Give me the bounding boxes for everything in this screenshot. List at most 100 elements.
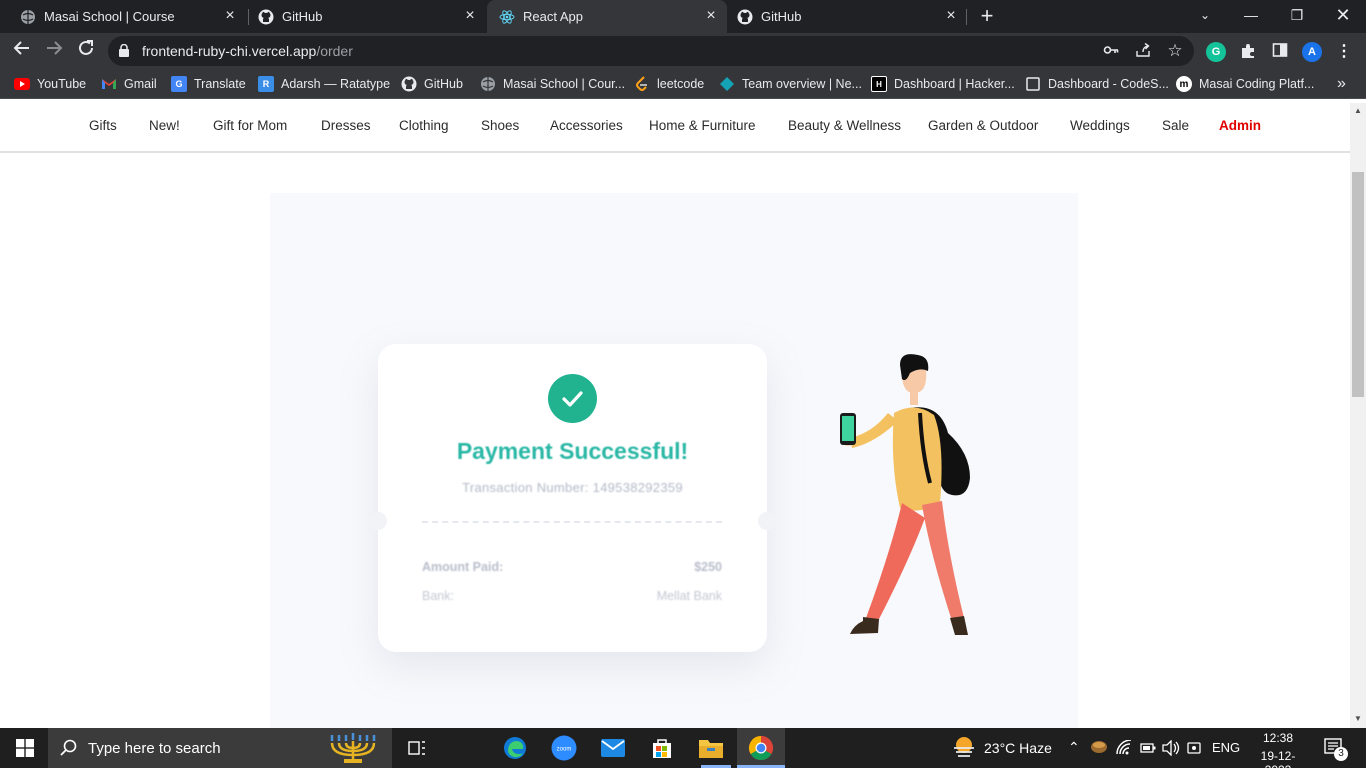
bookmark-team-overview[interactable]: Team overview | Ne... (719, 76, 862, 92)
nav-dresses[interactable]: Dresses (321, 118, 371, 133)
battery-icon[interactable] (1140, 741, 1156, 757)
close-tab-icon[interactable]: × (703, 8, 719, 24)
bookmark-github[interactable]: GitHub (401, 76, 463, 92)
amount-value: $250 (694, 560, 722, 574)
tab-search-button[interactable]: ⌄ (1182, 0, 1228, 33)
github-icon (401, 76, 417, 92)
payment-status-title: Payment Successful! (456, 438, 689, 464)
reload-button[interactable] (74, 39, 98, 63)
bookmarks-overflow-button[interactable]: » (1337, 75, 1346, 92)
walking-person-illustration (840, 354, 970, 635)
bookmark-gmail[interactable]: Gmail (101, 76, 157, 92)
task-view-icon[interactable] (404, 735, 430, 761)
nav-new[interactable]: New! (149, 118, 180, 133)
transaction-number: Transaction Number: 149538292359 (462, 480, 683, 495)
share-icon[interactable] (1134, 42, 1152, 60)
bookmark-youtube[interactable]: YouTube (14, 76, 86, 92)
close-tab-icon[interactable]: × (943, 8, 959, 24)
bookmark-label: leetcode (657, 77, 705, 91)
nav-accessories[interactable]: Accessories (550, 118, 623, 133)
tab-title: React App (523, 9, 583, 24)
edge-icon[interactable] (502, 735, 528, 761)
profile-avatar[interactable]: A (1302, 42, 1322, 62)
youtube-icon (14, 76, 30, 92)
taskbar-search-box[interactable]: Type here to search (48, 728, 392, 768)
bookmark-label: Dashboard | Hacker... (894, 77, 1015, 91)
tab-github-1[interactable]: GitHub × (238, 0, 486, 33)
nav-sale[interactable]: Sale (1162, 118, 1189, 133)
restore-button[interactable]: ❐ (1274, 0, 1320, 33)
close-tab-icon[interactable]: × (462, 8, 478, 24)
microsoft-store-icon[interactable] (649, 735, 675, 761)
notifications-icon[interactable]: 3 (1324, 738, 1348, 761)
chrome-icon[interactable] (748, 735, 774, 761)
bookmark-label: Translate (194, 77, 246, 91)
nav-clothing[interactable]: Clothing (399, 118, 449, 133)
volume-icon[interactable] (1162, 739, 1180, 757)
bookmark-leetcode[interactable]: leetcode (634, 76, 704, 92)
back-button[interactable] (10, 39, 34, 63)
bookmark-codesignal[interactable]: Dashboard - CodeS... (1025, 76, 1169, 92)
show-hidden-icons-chevron-up-icon[interactable]: ⌃ (1068, 739, 1080, 757)
masai-icon: m (1176, 76, 1192, 92)
hackerrank-icon: H (871, 76, 887, 92)
new-tab-button[interactable]: + (977, 5, 997, 27)
gmail-icon (101, 76, 117, 92)
address-bar[interactable]: frontend-ruby-chi.vercel.app/order ☆ (108, 36, 1194, 66)
nav-weddings[interactable]: Weddings (1070, 118, 1130, 133)
nav-gift-for-mom[interactable]: Gift for Mom (213, 118, 287, 133)
tray-app-icon[interactable] (1090, 739, 1108, 757)
nav-beauty-wellness[interactable]: Beauty & Wellness (788, 118, 901, 133)
language-indicator[interactable]: ENG (1212, 740, 1240, 780)
mail-icon[interactable] (600, 735, 626, 761)
clock[interactable]: 12:38 19-12-2022 (1248, 728, 1308, 777)
minimize-button[interactable]: — (1228, 0, 1274, 33)
reload-icon (79, 40, 93, 55)
windows-start-icon[interactable] (12, 735, 38, 761)
close-tab-icon[interactable]: × (222, 8, 238, 24)
bookmark-translate[interactable]: G Translate (171, 76, 246, 92)
zoom-icon[interactable]: zoom (551, 735, 577, 761)
side-panel-icon[interactable] (1270, 42, 1290, 62)
nav-garden-outdoor[interactable]: Garden & Outdoor (928, 118, 1038, 133)
payment-card: Payment Successful! Transaction Number: … (369, 344, 776, 652)
globe-icon (480, 76, 496, 92)
bookmark-star-icon[interactable]: ☆ (1166, 42, 1184, 60)
bookmark-hackerrank[interactable]: H Dashboard | Hacker... (871, 76, 1015, 92)
scroll-up-arrow-icon[interactable]: ▲ (1354, 106, 1362, 115)
wifi-icon[interactable] (1116, 739, 1134, 758)
tab-react-app[interactable]: React App × (487, 0, 727, 33)
scroll-down-arrow-icon[interactable]: ▼ (1354, 714, 1362, 723)
nav-shoes[interactable]: Shoes (481, 118, 519, 133)
bookmark-masai-course[interactable]: Masai School | Cour... (480, 76, 625, 92)
bookmark-label: Adarsh — Ratatype (281, 77, 391, 91)
bookmark-masai-coding[interactable]: m Masai Coding Platf... (1176, 76, 1314, 92)
lock-icon (119, 44, 129, 57)
tab-masai-course[interactable]: Masai School | Course × (0, 0, 246, 33)
bank-value: Mellat Bank (656, 589, 722, 603)
camera-share-icon[interactable] (1187, 740, 1203, 756)
page-scrollbar[interactable]: ▲ ▼ (1350, 103, 1366, 728)
more-menu-icon[interactable]: ⋮ (1334, 42, 1354, 62)
close-window-button[interactable]: ✕ (1320, 0, 1366, 33)
menorah-icon (330, 733, 376, 763)
search-placeholder: Type here to search (88, 740, 221, 757)
bookmark-label: Masai Coding Platf... (1199, 77, 1315, 91)
page-icon (1025, 76, 1041, 92)
nav-home-furniture[interactable]: Home & Furniture (649, 118, 756, 133)
key-icon[interactable] (1102, 42, 1120, 60)
bookmark-label: Team overview | Ne... (742, 77, 862, 91)
bookmark-ratatype[interactable]: R Adarsh — Ratatype (258, 76, 390, 92)
checkmark-icon (548, 374, 597, 423)
file-explorer-icon[interactable] (698, 735, 724, 761)
nav-admin[interactable]: Admin (1219, 118, 1261, 133)
forward-button[interactable] (42, 39, 66, 63)
nav-gifts[interactable]: Gifts (89, 118, 117, 133)
tab-separator (966, 9, 967, 25)
grammarly-icon[interactable]: G (1206, 42, 1226, 62)
scrollbar-thumb[interactable] (1352, 172, 1364, 397)
svg-text:zoom: zoom (557, 747, 572, 753)
browser-toolbar: frontend-ruby-chi.vercel.app/order ☆ G A… (0, 33, 1366, 69)
tab-github-2[interactable]: GitHub × (727, 0, 967, 33)
extensions-puzzle-icon[interactable] (1238, 42, 1258, 62)
